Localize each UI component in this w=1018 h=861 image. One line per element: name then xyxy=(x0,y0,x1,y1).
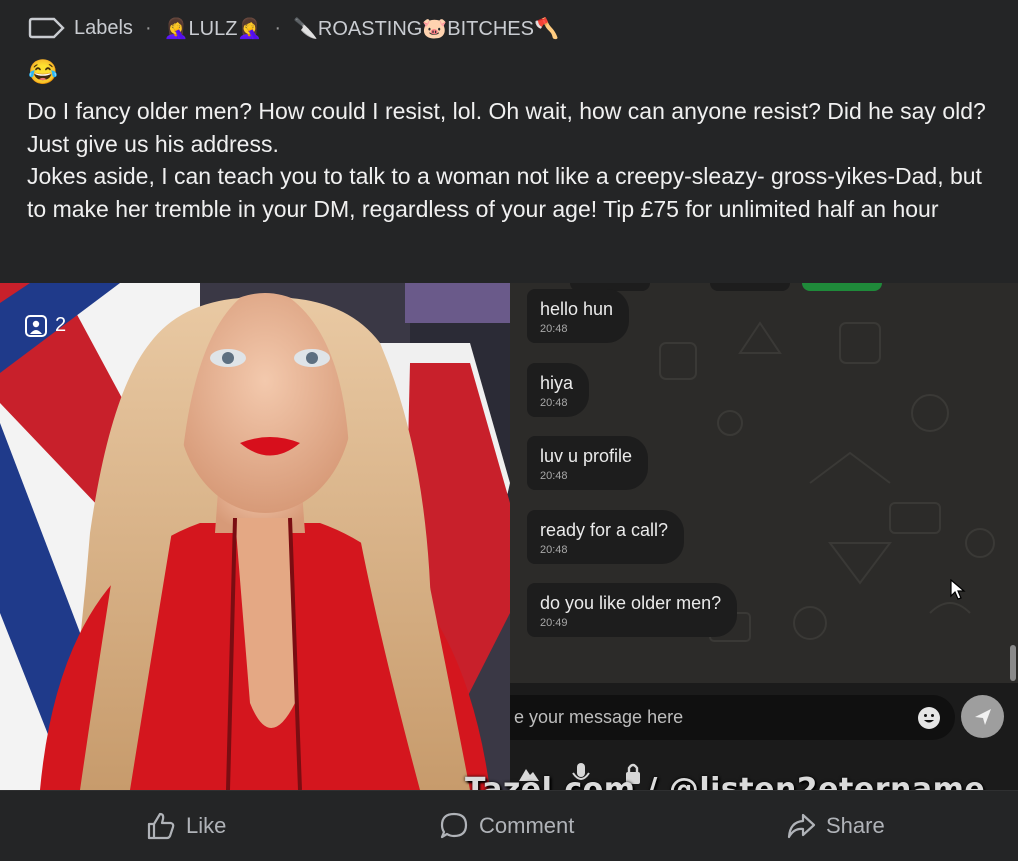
chat-bubble: luv u profile 20:48 xyxy=(527,436,649,490)
chat-message: ready for a call? xyxy=(540,520,669,540)
chat-time: 20:49 xyxy=(540,617,568,629)
label-roasting[interactable]: 🔪ROASTING🐷BITCHES🪓 xyxy=(293,16,559,41)
chat-input-placeholder: e your message here xyxy=(514,707,684,727)
comment-label: Comment xyxy=(479,813,575,838)
chat-time: 20:48 xyxy=(540,323,568,335)
thumbs-up-icon xyxy=(147,812,175,840)
label-lulz[interactable]: 🤦‍♀️LULZ🤦‍♀️ xyxy=(164,16,263,41)
label-tag-icon xyxy=(28,17,65,39)
label-roasting-text: ROASTING🐷BITCHES xyxy=(317,17,534,40)
send-icon xyxy=(961,695,1004,738)
chat-message: luv u profile xyxy=(540,446,633,466)
chat-bubble: hello hun 20:48 xyxy=(527,289,630,343)
comment-button[interactable]: Comment xyxy=(439,811,574,841)
chat-time: 20:48 xyxy=(540,470,568,482)
axe-icon: 🪓 xyxy=(533,17,559,40)
post-actions: Like Comment Share xyxy=(0,790,1018,861)
chat-message: hello hun xyxy=(540,299,614,319)
labels-separator: · xyxy=(274,16,281,39)
share-label: Share xyxy=(826,813,885,838)
selfie-photo[interactable]: 2 xyxy=(0,283,510,790)
gallery-icon xyxy=(25,314,47,337)
share-icon xyxy=(787,813,816,839)
post-text: Do I fancy older men? How could I resist… xyxy=(27,95,987,225)
laughing-emoji-icon: 😂 xyxy=(28,59,58,86)
labels-title[interactable]: Labels xyxy=(74,17,133,40)
comment-icon xyxy=(440,812,468,839)
post-paragraph: Do I fancy older men? How could I resist… xyxy=(27,98,986,157)
post-paragraph: Jokes aside, I can teach you to talk to … xyxy=(27,163,982,222)
chat-scrollbar xyxy=(1010,645,1016,681)
emoji-icon xyxy=(918,707,940,729)
chat-message: hiya xyxy=(540,373,574,393)
selfie-image xyxy=(0,283,510,790)
chat-bubble: do you like older men? 20:49 xyxy=(527,583,738,637)
labels-row: Labels · 🤦‍♀️LULZ🤦‍♀️ · 🔪ROASTING🐷BITCHE… xyxy=(28,14,559,42)
chat-message: do you like older men? xyxy=(540,593,722,613)
watermark: Tazel.com / @listen2etername xyxy=(465,772,986,790)
post-card: Labels · 🤦‍♀️LULZ🤦‍♀️ · 🔪ROASTING🐷BITCHE… xyxy=(0,0,1018,861)
mouse-cursor-icon xyxy=(950,579,966,600)
label-lulz-text: LULZ xyxy=(188,17,238,40)
chat-bubble: ready for a call? 20:48 xyxy=(527,510,685,564)
share-button[interactable]: Share xyxy=(786,811,885,841)
chat-time: 20:48 xyxy=(540,544,568,556)
like-button[interactable]: Like xyxy=(146,811,226,841)
chat-message-input: e your message here xyxy=(510,695,955,740)
facepalm-icon: 🤦‍♀️ xyxy=(163,17,189,40)
chat-bubble: hiya 20:48 xyxy=(527,363,590,417)
chat-time: 20:48 xyxy=(540,397,568,409)
photo-count-value: 2 xyxy=(55,314,67,336)
photo-count[interactable]: 2 xyxy=(25,314,66,337)
chat-screenshot: hello hun 20:48 hiya 20:48 luv u profile… xyxy=(510,283,1018,790)
facepalm-icon: 🤦‍♀️ xyxy=(237,17,263,40)
labels-separator: · xyxy=(144,16,152,39)
knife-icon: 🔪 xyxy=(293,17,318,40)
like-label: Like xyxy=(186,813,227,838)
post-media[interactable]: 2 hello hun 20:48 hiya 20:48 luv u profi… xyxy=(0,283,1018,790)
